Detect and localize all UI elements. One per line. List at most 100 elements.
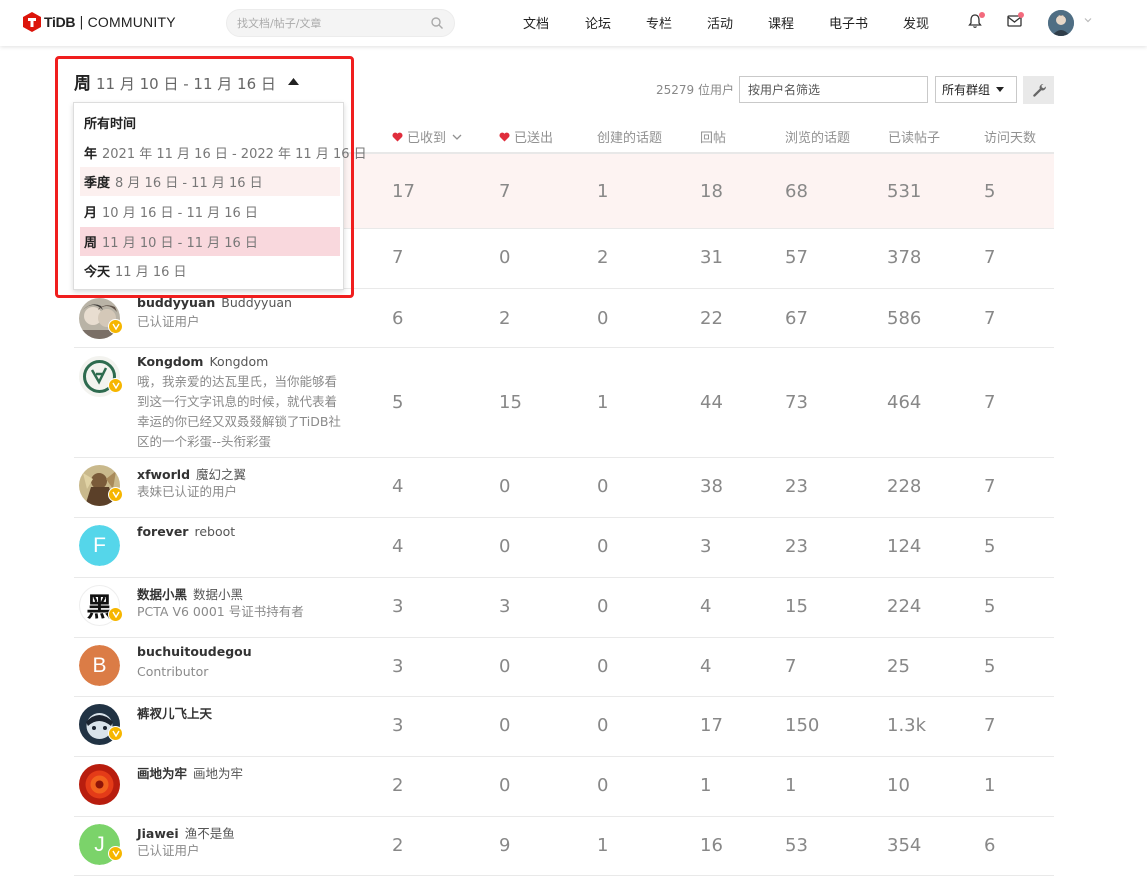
group-select-label: 所有群组 [942, 83, 991, 97]
group-select[interactable]: 所有群组 [935, 76, 1017, 103]
cell-received: 17 [392, 181, 415, 202]
username-text: Jiawei [137, 826, 179, 841]
username[interactable]: xfworld 魔幻之翼 [137, 464, 246, 483]
real-name: 魔幻之翼 [196, 467, 247, 482]
cell-received: 2 [392, 835, 404, 856]
cell-given: 0 [499, 656, 511, 677]
site-logo[interactable]: TiDB | COMMUNITY [23, 11, 176, 33]
table-row[interactable]: 裤衩儿飞上天 3 0 0 17 150 1.3k 7 [74, 697, 1054, 757]
cell-posts-read: 10 [887, 775, 910, 796]
avatar[interactable]: F [79, 525, 120, 566]
table-row[interactable]: Kongdom Kongdom 哦，我亲爱的达瓦里氏，当你能够看到这一行文字讯息的… [74, 348, 1054, 458]
settings-button[interactable] [1023, 76, 1054, 104]
cell-received: 4 [392, 536, 404, 557]
highlight-frame [55, 56, 354, 298]
cell-replies: 4 [700, 596, 712, 617]
column-header-received[interactable]: 已收到 [392, 127, 462, 146]
cell-replies: 22 [700, 308, 723, 329]
cell-topics-viewed: 7 [785, 656, 797, 677]
table-row[interactable]: F forever reboot 4 0 0 3 23 124 5 [74, 518, 1054, 578]
cell-received: 6 [392, 308, 404, 329]
column-header-given[interactable]: 已送出 [499, 127, 553, 146]
nav-forum[interactable]: 论坛 [585, 13, 611, 32]
username-text: 数据小黑 [137, 587, 188, 602]
cell-topics-created: 0 [597, 476, 609, 497]
user-avatar[interactable] [1048, 10, 1074, 36]
username-text: 裤衩儿飞上天 [137, 706, 213, 721]
table-row[interactable]: J Jiawei 渔不是鱼 已认证用户 2 9 1 16 53 354 6 [74, 817, 1054, 876]
username[interactable]: Jiawei 渔不是鱼 [137, 823, 235, 842]
tidb-logo-icon [23, 12, 41, 32]
user-title: Contributor [137, 664, 209, 679]
cell-topics-viewed: 15 [785, 596, 808, 617]
cell-topics-viewed: 57 [785, 247, 808, 268]
column-header-posts-read[interactable]: 已读帖子 [888, 127, 940, 146]
table-row[interactable]: 黑 数据小黑 数据小黑 PCTA V6 0001 号证书持有者 3 3 0 4 1… [74, 578, 1054, 638]
avatar[interactable] [79, 764, 120, 805]
cell-received: 2 [392, 775, 404, 796]
cell-received: 5 [392, 392, 404, 413]
cell-topics-viewed: 53 [785, 835, 808, 856]
cell-received: 3 [392, 596, 404, 617]
cell-replies: 16 [700, 835, 723, 856]
cell-given: 0 [499, 775, 511, 796]
column-header-days-visited[interactable]: 访问天数 [984, 127, 1036, 146]
cell-days-visited: 5 [984, 596, 996, 617]
chevron-down-icon[interactable] [1083, 15, 1093, 25]
verified-badge-icon [108, 726, 123, 741]
search-icon[interactable] [430, 16, 444, 30]
username-filter-input[interactable] [739, 76, 928, 103]
verified-badge-icon [108, 319, 123, 334]
cell-posts-read: 25 [887, 656, 910, 677]
cell-topics-viewed: 1 [785, 775, 797, 796]
cell-given: 7 [499, 181, 511, 202]
nav-ebooks[interactable]: 电子书 [829, 13, 868, 32]
nav-docs[interactable]: 文档 [523, 13, 549, 32]
table-row[interactable]: xfworld 魔幻之翼 表妹已认证的用户 4 0 0 38 23 228 7 [74, 458, 1054, 518]
cell-posts-read: 464 [887, 392, 922, 413]
cell-topics-created: 0 [597, 536, 609, 557]
cell-days-visited: 7 [984, 715, 996, 736]
username[interactable]: forever reboot [137, 524, 235, 539]
cell-given: 0 [499, 536, 511, 557]
cell-posts-read: 224 [887, 596, 922, 617]
cell-topics-created: 1 [597, 181, 609, 202]
real-name: 渔不是鱼 [184, 826, 235, 841]
column-header-topics-created[interactable]: 创建的话题 [597, 127, 662, 146]
user-count: 25279 位用户 [656, 83, 734, 97]
avatar[interactable]: B [79, 645, 120, 686]
username[interactable]: 画地为牢 画地为牢 [137, 763, 243, 782]
cell-posts-read: 228 [887, 476, 922, 497]
cell-received: 3 [392, 715, 404, 736]
username-text: xfworld [137, 467, 191, 482]
column-header-label: 浏览的话题 [785, 131, 851, 146]
column-header-label: 回帖 [700, 131, 727, 146]
username[interactable]: buchuitoudegou [137, 644, 252, 659]
column-header-label: 已读帖子 [888, 131, 941, 146]
column-header-label: 创建的话题 [597, 131, 663, 146]
table-row[interactable]: 画地为牢 画地为牢 2 0 0 1 1 10 1 [74, 757, 1054, 817]
column-header-label: 已收到 [407, 131, 447, 146]
cell-topics-created: 0 [597, 775, 609, 796]
caret-down-icon [996, 87, 1005, 92]
username[interactable]: 数据小黑 数据小黑 [137, 584, 243, 603]
nav-columns[interactable]: 专栏 [646, 13, 672, 32]
username[interactable]: Kongdom Kongdom [137, 354, 268, 369]
nav-discover[interactable]: 发现 [903, 13, 929, 32]
search-input[interactable] [237, 16, 430, 30]
nav-courses[interactable]: 课程 [768, 13, 794, 32]
real-name: reboot [194, 524, 236, 539]
verified-badge-icon [108, 607, 123, 622]
table-row[interactable]: B buchuitoudegou Contributor 3 0 0 4 7 2… [74, 638, 1054, 697]
cell-received: 3 [392, 656, 404, 677]
column-header-replies[interactable]: 回帖 [700, 127, 726, 146]
nav-events[interactable]: 活动 [707, 13, 733, 32]
bell-notification-dot [979, 12, 985, 18]
username[interactable]: 裤衩儿飞上天 [137, 703, 212, 722]
column-header-topics-viewed[interactable]: 浏览的话题 [785, 127, 850, 146]
cell-topics-created: 2 [597, 247, 609, 268]
cell-replies: 17 [700, 715, 723, 736]
username-text: buchuitoudegou [137, 644, 252, 659]
column-header-label: 访问天数 [984, 131, 1037, 146]
cell-given: 3 [499, 596, 511, 617]
